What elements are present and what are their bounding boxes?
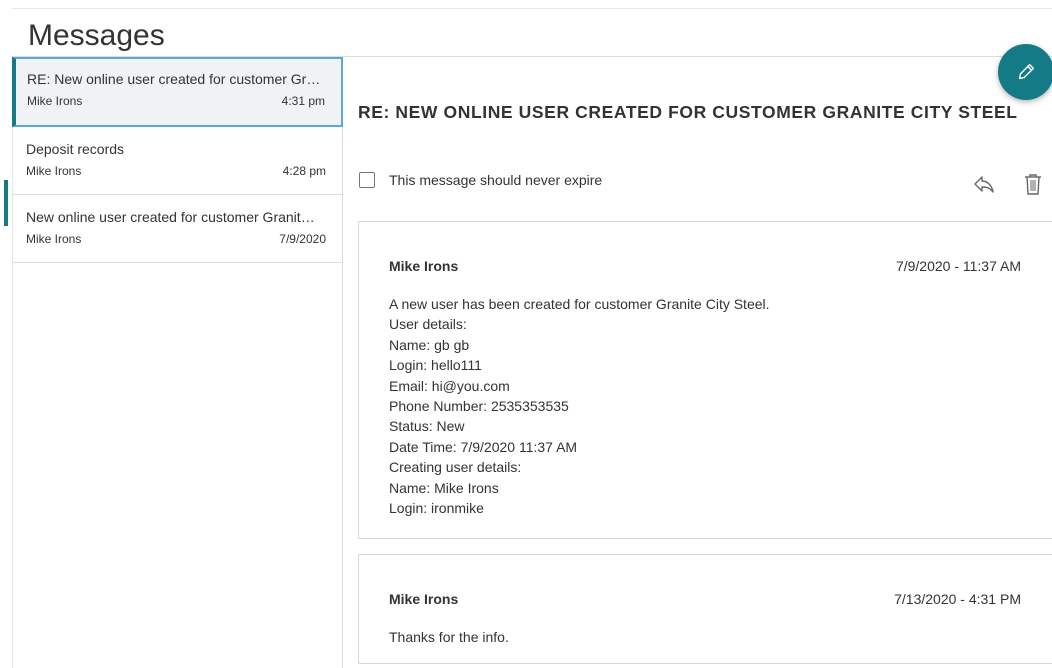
body-line: Email: hi@you.com <box>389 377 510 394</box>
body-line: A new user has been created for customer… <box>389 296 770 312</box>
message-list: RE: New online user created for customer… <box>12 57 343 668</box>
trash-icon <box>1025 174 1041 195</box>
thread-message-body: Thanks for the info. <box>389 627 509 647</box>
top-divider <box>12 8 1052 9</box>
pencil-icon <box>1018 63 1035 80</box>
never-expire-checkbox[interactable] <box>359 172 375 188</box>
message-list-item[interactable]: Deposit records Mike Irons 4:28 pm <box>13 127 342 195</box>
body-line: Phone Number: 2535353535 <box>389 398 569 415</box>
reply-icon <box>974 176 994 193</box>
body-line: Name: gb gb <box>389 336 470 353</box>
thread-message-date: 7/9/2020 - 11:37 AM <box>895 258 1021 274</box>
thread-message-body: A new user has been created for customer… <box>389 294 770 518</box>
never-expire-label: This message should never expire <box>389 172 603 188</box>
message-subject: New online user created for customer Gra… <box>26 209 321 225</box>
message-list-item[interactable]: RE: New online user created for customer… <box>12 57 343 127</box>
body-line: Name: Mike Irons <box>389 479 499 496</box>
message-time: 4:31 pm <box>281 94 325 108</box>
body-line: User details: <box>389 316 467 333</box>
left-accent-bar <box>4 180 8 226</box>
message-subject: RE: New online user created for customer… <box>27 71 322 87</box>
thread-message-card: Mike Irons 7/13/2020 - 4:31 PM Thanks fo… <box>358 554 1052 664</box>
message-title: RE: NEW ONLINE USER CREATED FOR CUSTOMER… <box>358 102 1018 122</box>
thread-message-sender: Mike Irons <box>389 591 459 607</box>
message-sender: Mike Irons <box>26 164 82 178</box>
body-line: Thanks for the info. <box>389 629 509 645</box>
message-sender: Mike Irons <box>27 94 83 108</box>
thread-message-sender: Mike Irons <box>389 258 459 274</box>
message-time: 7/9/2020 <box>279 232 326 246</box>
thread-message-card: Mike Irons 7/9/2020 - 11:37 AM A new use… <box>358 221 1052 539</box>
compose-button[interactable] <box>998 44 1052 100</box>
message-time: 4:28 pm <box>282 164 326 178</box>
page-title: Messages <box>28 19 165 52</box>
body-line: Login: hello111 <box>389 357 482 374</box>
reply-button[interactable] <box>972 172 996 196</box>
delete-button[interactable] <box>1022 172 1044 196</box>
body-line: Login: ironmike <box>389 500 484 517</box>
never-expire-row: This message should never expire <box>359 172 602 188</box>
thread-message-date: 7/13/2020 - 4:31 PM <box>894 591 1021 607</box>
message-subject: Deposit records <box>26 141 125 157</box>
message-sender: Mike Irons <box>26 232 82 246</box>
body-line: Creating user details: <box>389 459 522 476</box>
message-list-item[interactable]: New online user created for customer Gra… <box>13 195 342 263</box>
body-line: Date Time: 7/9/2020 11:37 AM <box>389 438 578 455</box>
body-line: Status: New <box>389 418 465 435</box>
